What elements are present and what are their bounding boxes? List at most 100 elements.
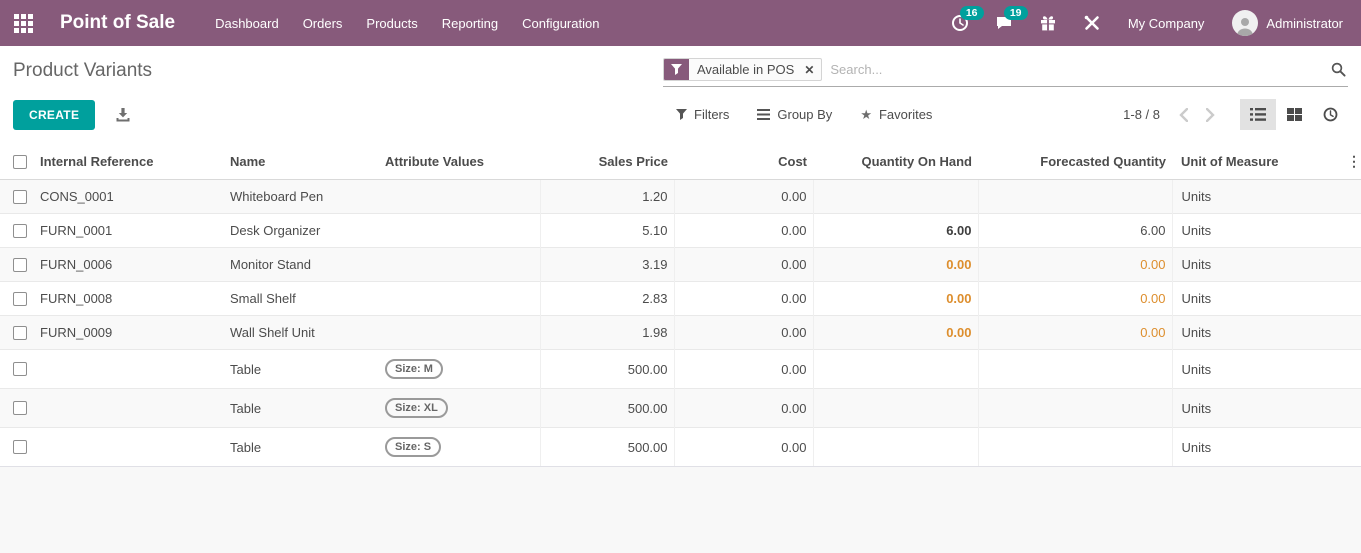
support-button[interactable] xyxy=(1070,0,1114,46)
filters-menu[interactable]: Filters xyxy=(676,107,729,122)
column-header-unit-of-measure[interactable]: Unit of Measure xyxy=(1172,144,1341,180)
attribute-value-badge: Size: M xyxy=(385,359,443,379)
referral-button[interactable] xyxy=(1026,0,1070,46)
cell-cost: 0.00 xyxy=(673,427,813,466)
cell-sales-price: 1.98 xyxy=(539,315,674,350)
menu-reporting[interactable]: Reporting xyxy=(430,0,510,46)
cell-forecasted-quantity: 0.00 xyxy=(977,247,1172,282)
cell-internal-reference: FURN_0001 xyxy=(34,213,224,248)
table-row[interactable]: FURN_0008 Small Shelf 2.83 0.00 0.00 0.0… xyxy=(0,281,1361,316)
table-header-row: Internal Reference Name Attribute Values… xyxy=(0,144,1361,180)
cell-sales-price: 5.10 xyxy=(539,213,674,248)
favorites-star-icon: ★ xyxy=(860,106,872,122)
row-checkbox[interactable] xyxy=(13,257,27,272)
cell-attribute-values: Size: XL xyxy=(379,388,540,428)
cell-name: Monitor Stand xyxy=(224,247,379,282)
attribute-value-badge: Size: XL xyxy=(385,398,448,418)
app-title: Point of Sale xyxy=(60,12,176,33)
menu-products[interactable]: Products xyxy=(354,0,429,46)
cell-attribute-values: Size: M xyxy=(379,349,540,389)
cell-internal-reference xyxy=(34,349,224,389)
export-icon[interactable] xyxy=(115,107,131,123)
top-navbar: Point of Sale Dashboard Orders Products … xyxy=(0,0,1361,46)
table-row[interactable]: FURN_0006 Monitor Stand 3.19 0.00 0.00 0… xyxy=(0,247,1361,282)
cell-attribute-values xyxy=(379,281,540,316)
activities-button[interactable]: 16 xyxy=(938,0,984,46)
column-header-sales-price[interactable]: Sales Price xyxy=(540,144,674,180)
row-checkbox[interactable] xyxy=(13,401,27,415)
cell-forecasted-quantity: 6.00 xyxy=(977,213,1172,248)
company-switcher[interactable]: My Company xyxy=(1114,16,1219,31)
cell-quantity-on-hand xyxy=(812,179,978,214)
cell-name: Table xyxy=(224,388,379,428)
cell-unit-of-measure: Units xyxy=(1171,427,1341,466)
pager-range: 1-8 / 8 xyxy=(1123,107,1160,122)
cell-quantity-on-hand: 0.00 xyxy=(812,247,978,282)
cell-sales-price: 3.19 xyxy=(539,247,674,282)
attribute-value-badge: Size: S xyxy=(385,437,442,457)
column-header-attribute-values[interactable]: Attribute Values xyxy=(379,144,540,180)
column-header-forecasted-quantity[interactable]: Forecasted Quantity xyxy=(978,144,1172,180)
cell-internal-reference: FURN_0006 xyxy=(34,247,224,282)
kanban-view-button[interactable] xyxy=(1276,99,1312,130)
view-switcher xyxy=(1240,99,1348,130)
table-row[interactable]: FURN_0009 Wall Shelf Unit 1.98 0.00 0.00… xyxy=(0,315,1361,350)
activity-view-button[interactable] xyxy=(1312,99,1348,130)
cell-forecasted-quantity xyxy=(977,427,1172,466)
cell-sales-price: 500.00 xyxy=(539,388,674,428)
row-checkbox[interactable] xyxy=(13,440,27,454)
table-row[interactable]: FURN_0001 Desk Organizer 5.10 0.00 6.00 … xyxy=(0,213,1361,248)
cell-name: Table xyxy=(224,349,379,389)
row-checkbox[interactable] xyxy=(13,291,27,306)
cell-unit-of-measure: Units xyxy=(1171,213,1341,248)
search-input[interactable] xyxy=(822,62,1329,77)
favorites-menu[interactable]: ★ Favorites xyxy=(860,107,932,123)
cell-cost: 0.00 xyxy=(673,247,813,282)
menu-orders[interactable]: Orders xyxy=(291,0,355,46)
menu-dashboard[interactable]: Dashboard xyxy=(203,0,291,46)
filter-facet-icon xyxy=(664,59,689,80)
row-checkbox[interactable] xyxy=(13,362,27,376)
select-all-checkbox[interactable] xyxy=(13,154,27,169)
table-row[interactable]: Table Size: M 500.00 0.00 Units xyxy=(0,349,1361,389)
search-icon[interactable] xyxy=(1329,62,1348,77)
product-variants-table: Internal Reference Name Attribute Values… xyxy=(0,144,1361,466)
cell-internal-reference xyxy=(34,388,224,428)
table-row[interactable]: Table Size: S 500.00 0.00 Units xyxy=(0,427,1361,466)
cell-name: Table xyxy=(224,427,379,466)
apps-menu-button[interactable] xyxy=(0,0,46,46)
pager-previous-icon[interactable] xyxy=(1170,107,1197,122)
cell-attribute-values xyxy=(379,247,540,282)
cell-unit-of-measure: Units xyxy=(1171,247,1341,282)
facet-label: Available in POS xyxy=(697,62,795,77)
row-checkbox[interactable] xyxy=(13,189,27,204)
pager-next-icon[interactable] xyxy=(1197,107,1224,122)
row-checkbox[interactable] xyxy=(13,325,27,340)
create-button[interactable]: CREATE xyxy=(13,99,96,130)
cell-attribute-values xyxy=(379,180,540,214)
cell-name: Small Shelf xyxy=(224,281,379,316)
messages-button[interactable]: 19 xyxy=(982,0,1028,46)
cell-unit-of-measure: Units xyxy=(1171,349,1341,389)
list-view-button[interactable] xyxy=(1240,99,1276,130)
column-header-cost[interactable]: Cost xyxy=(674,144,813,180)
group-by-icon xyxy=(757,109,771,120)
gift-icon xyxy=(1039,14,1057,32)
column-header-internal-reference[interactable]: Internal Reference xyxy=(34,144,224,180)
table-row[interactable]: CONS_0001 Whiteboard Pen 1.20 0.00 Units xyxy=(0,179,1361,214)
cell-internal-reference: FURN_0009 xyxy=(34,315,224,350)
optional-columns-icon[interactable]: ⋮ xyxy=(1341,144,1361,180)
cell-quantity-on-hand xyxy=(812,388,978,428)
cell-unit-of-measure: Units xyxy=(1171,179,1341,214)
column-header-quantity-on-hand[interactable]: Quantity On Hand xyxy=(813,144,978,180)
column-header-name[interactable]: Name xyxy=(224,144,379,180)
table-row[interactable]: Table Size: XL 500.00 0.00 Units xyxy=(0,388,1361,428)
cell-forecasted-quantity: 0.00 xyxy=(977,281,1172,316)
cell-forecasted-quantity: 0.00 xyxy=(977,315,1172,350)
row-checkbox[interactable] xyxy=(13,223,27,238)
user-menu[interactable]: Administrator xyxy=(1218,10,1351,36)
menu-configuration[interactable]: Configuration xyxy=(510,0,611,46)
cell-cost: 0.00 xyxy=(673,179,813,214)
facet-remove-icon[interactable]: ✕ xyxy=(802,59,821,80)
group-by-menu[interactable]: Group By xyxy=(757,107,832,122)
